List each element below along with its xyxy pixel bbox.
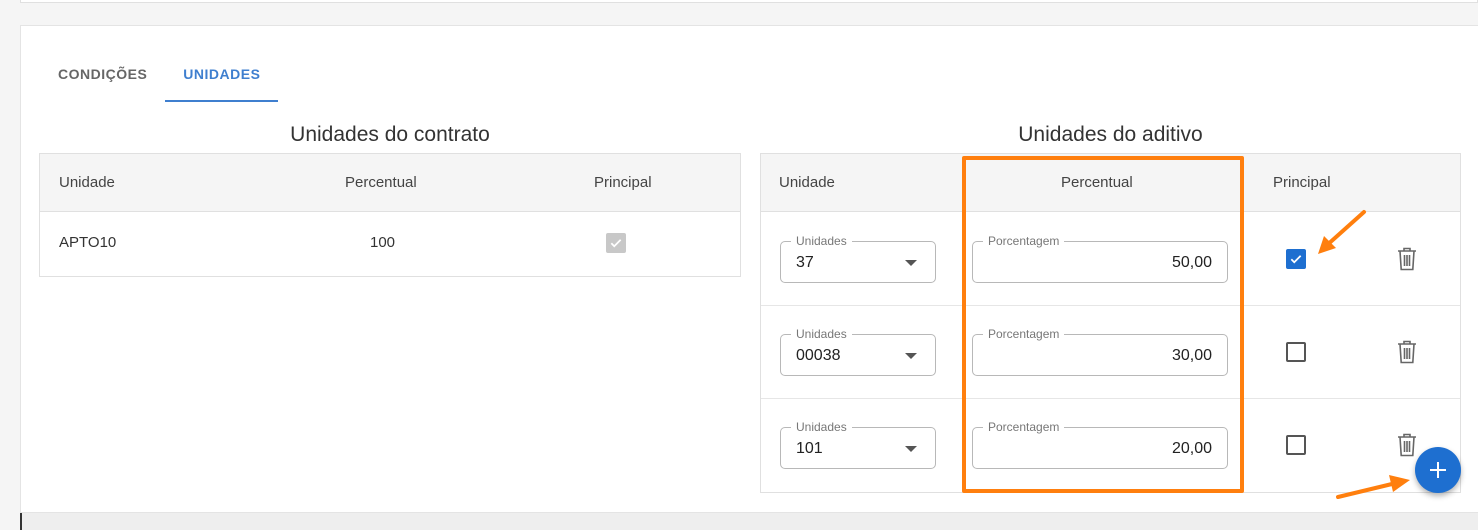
porcentagem-input[interactable]: Porcentagem 30,00 xyxy=(972,327,1228,376)
unidade-select-value: 37 xyxy=(796,254,814,271)
trash-icon[interactable] xyxy=(1396,433,1418,457)
porcentagem-input-label: Porcentagem xyxy=(983,327,1065,341)
caret-down-icon xyxy=(905,353,917,359)
tab-unidades[interactable]: UNIDADES xyxy=(165,62,279,102)
tab-bar: CONDIÇÕES UNIDADES xyxy=(40,62,279,102)
trash-icon[interactable] xyxy=(1396,247,1418,271)
aditivo-title: Unidades do aditivo xyxy=(1018,123,1203,146)
porcentagem-input-value: 50,00 xyxy=(1171,254,1212,271)
unidade-select[interactable]: Unidades 101 xyxy=(780,420,936,469)
contrato-table-header: Unidade Percentual Principal xyxy=(40,154,740,212)
trash-icon[interactable] xyxy=(1396,340,1418,364)
principal-checkbox[interactable] xyxy=(1286,342,1306,362)
cell-percentual: 100 xyxy=(370,234,396,251)
col-header-percentual: Percentual xyxy=(345,174,417,191)
aditivo-table-header: Unidade Percentual Principal xyxy=(761,154,1460,212)
cell-unidade: APTO10 xyxy=(59,234,117,251)
unidade-select-value: 00038 xyxy=(796,347,841,364)
unidade-select-label: Unidades xyxy=(791,420,852,434)
caret-down-icon xyxy=(905,446,917,452)
unidade-select[interactable]: Unidades 37 xyxy=(780,234,936,283)
caret-down-icon xyxy=(905,260,917,266)
porcentagem-input[interactable]: Porcentagem 50,00 xyxy=(972,234,1228,283)
table-row: Unidades 00038 Porcentagem 30,00 xyxy=(761,306,1460,399)
col-header-percentual: Percentual xyxy=(1061,174,1133,191)
tab-condicoes[interactable]: CONDIÇÕES xyxy=(40,62,165,102)
col-header-unidade: Unidade xyxy=(59,174,115,191)
plus-icon xyxy=(1430,462,1446,478)
porcentagem-input-label: Porcentagem xyxy=(983,234,1065,248)
check-icon xyxy=(1290,255,1302,264)
table-row: APTO10 100 xyxy=(40,212,740,276)
table-row: Unidades 101 Porcentagem 20,00 xyxy=(761,399,1460,492)
col-header-principal: Principal xyxy=(594,174,652,191)
contrato-table: Unidade Percentual Principal APTO10 100 xyxy=(39,153,741,277)
table-row: Unidades 37 Porcentagem 50,00 xyxy=(761,212,1460,306)
unidade-select-label: Unidades xyxy=(791,327,852,341)
porcentagem-input-value: 20,00 xyxy=(1171,440,1212,457)
contrato-title: Unidades do contrato xyxy=(290,123,490,146)
aditivo-table: Unidade Percentual Principal Unidades 37… xyxy=(760,153,1461,493)
unidade-select-label: Unidades xyxy=(791,234,852,248)
add-unit-button[interactable] xyxy=(1415,447,1461,493)
unidade-select-value: 101 xyxy=(796,440,823,457)
porcentagem-input-value: 30,00 xyxy=(1171,347,1212,364)
col-header-unidade: Unidade xyxy=(779,174,835,191)
principal-checkbox[interactable] xyxy=(1286,249,1306,269)
check-icon xyxy=(610,239,622,248)
porcentagem-input-label: Porcentagem xyxy=(983,420,1065,434)
bottom-strip xyxy=(20,513,1478,530)
principal-checkbox[interactable] xyxy=(1286,435,1306,455)
principal-checkbox xyxy=(606,233,626,253)
porcentagem-input[interactable]: Porcentagem 20,00 xyxy=(972,420,1228,469)
top-card xyxy=(20,0,1478,3)
col-header-principal: Principal xyxy=(1273,174,1331,191)
unidade-select[interactable]: Unidades 00038 xyxy=(780,327,936,376)
